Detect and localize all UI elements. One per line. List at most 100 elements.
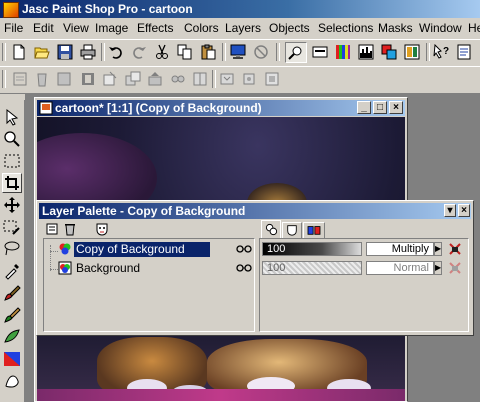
flood-fill-tool-icon[interactable]	[3, 350, 21, 368]
overview-toggle[interactable]	[285, 42, 307, 63]
delete-layer-icon[interactable]	[34, 71, 50, 87]
toolbar-grip	[2, 43, 6, 61]
new-file-icon[interactable]	[11, 44, 27, 60]
save-disk-icon[interactable]	[57, 44, 73, 60]
paste-icon[interactable]	[200, 44, 216, 60]
magic-wand-tool-icon[interactable]	[3, 218, 21, 236]
layer-palette-toggle-icon[interactable]	[381, 44, 397, 60]
layer-row-background[interactable]: Background	[74, 261, 210, 276]
crop-tool-button[interactable]	[2, 173, 22, 193]
undo-icon[interactable]	[108, 44, 124, 60]
groups-tab-icon	[307, 226, 321, 235]
raster-layer-icon	[58, 261, 72, 275]
opacity-slider[interactable]: 100	[262, 261, 362, 275]
tab-layer-groups[interactable]	[303, 222, 325, 238]
tab-layer-mask[interactable]	[282, 222, 302, 238]
menu-file[interactable]: File	[4, 21, 23, 35]
copy-icon[interactable]	[177, 44, 193, 60]
visibility-glasses-icon[interactable]	[236, 244, 252, 254]
app-title: Jasc Paint Shop Pro - cartoon	[22, 2, 193, 16]
selection-tool-icon[interactable]	[3, 152, 21, 170]
toolbar-separator	[101, 43, 105, 61]
layer-group-icon[interactable]	[170, 71, 186, 87]
layer-palette: Layer Palette - Copy of Background ▾ × C…	[36, 200, 474, 336]
histogram-icon[interactable]	[358, 44, 374, 60]
layer-mask-icon[interactable]	[80, 71, 96, 87]
pink-blanket	[37, 389, 405, 401]
picture-tube-tool-icon[interactable]	[3, 372, 21, 390]
blend-mode-dropdown-button[interactable]: ▶	[434, 261, 442, 275]
palette-rollup-button[interactable]: ▾	[444, 204, 456, 217]
layer-properties-icon[interactable]	[56, 71, 72, 87]
layer-palette-title-bar[interactable]: Layer Palette - Copy of Background ▾ ×	[39, 203, 471, 219]
context-help-icon[interactable]: ?	[433, 44, 449, 60]
lasso-tool-icon[interactable]	[3, 240, 21, 258]
full-screen-preview-icon[interactable]	[230, 44, 246, 60]
open-folder-icon[interactable]	[34, 44, 50, 60]
palette-close-button[interactable]: ×	[458, 204, 470, 217]
menu-layers[interactable]: Layers	[225, 21, 261, 35]
menu-selections[interactable]: Selections	[318, 21, 373, 35]
layer-name: Background	[76, 261, 141, 275]
minimize-button[interactable]: _	[357, 101, 371, 114]
tree-line	[50, 269, 58, 271]
maximize-button[interactable]: □	[373, 101, 387, 114]
menu-objects[interactable]: Objects	[269, 21, 310, 35]
tool-options-icon[interactable]	[312, 44, 328, 60]
app-icon	[3, 2, 19, 18]
overview-window-icon[interactable]	[404, 44, 420, 60]
menu-view[interactable]: View	[63, 21, 89, 35]
layer-row-copy-of-background[interactable]: Copy of Background	[74, 242, 210, 257]
print-icon[interactable]	[80, 44, 96, 60]
menu-help[interactable]: He	[468, 21, 480, 35]
paintbrush-tool-icon[interactable]	[3, 284, 21, 302]
promote-layer-icon[interactable]	[147, 71, 163, 87]
opacity-slider[interactable]: 100	[262, 242, 362, 256]
menu-image[interactable]: Image	[95, 21, 128, 35]
layer-lock-icon[interactable]	[448, 242, 462, 256]
retouch-tool-icon[interactable]	[3, 328, 21, 346]
script-record-icon[interactable]	[456, 44, 472, 60]
arrange-layer-icon[interactable]	[264, 71, 280, 87]
new-layer-icon[interactable]	[12, 71, 28, 87]
menu-window[interactable]: Window	[419, 21, 462, 35]
image-window-title-bar[interactable]: cartoon* [1:1] (Copy of Background) _ □ …	[37, 100, 405, 116]
menu-masks[interactable]: Masks	[378, 21, 413, 35]
color-palette-icon[interactable]	[335, 44, 351, 60]
crop-layer-icon[interactable]	[102, 71, 118, 87]
toolbar-separator	[212, 70, 216, 88]
opacity-value: 100	[267, 262, 286, 274]
toolbar-separator	[276, 43, 280, 61]
mirror-layer-icon[interactable]	[219, 71, 235, 87]
menu-edit[interactable]: Edit	[33, 21, 54, 35]
redo-icon[interactable]	[131, 44, 147, 60]
menu-effects[interactable]: Effects	[137, 21, 173, 35]
clone-brush-tool-icon[interactable]	[3, 306, 21, 324]
delete-layer-icon[interactable]	[63, 222, 77, 236]
browse-icon[interactable]	[253, 44, 269, 60]
flip-layer-icon[interactable]	[192, 71, 208, 87]
blend-mode-select[interactable]: Normal	[366, 261, 434, 275]
arrow-tool-icon[interactable]	[3, 108, 21, 126]
menu-bar: File Edit View Image Effects Colors Laye…	[0, 18, 480, 38]
zoom-tool-icon[interactable]	[3, 130, 21, 148]
raster-layer-icon	[58, 242, 72, 256]
blend-mode-value: Multiply	[391, 243, 429, 255]
blend-mode-dropdown-button[interactable]: ▶	[434, 242, 442, 256]
merge-layers-icon[interactable]	[125, 71, 141, 87]
visibility-glasses-icon[interactable]	[236, 263, 252, 273]
menu-colors[interactable]: Colors	[184, 21, 219, 35]
move-tool-icon[interactable]	[3, 196, 21, 214]
mask-face-icon[interactable]	[95, 222, 109, 236]
close-button[interactable]: ×	[389, 101, 403, 114]
layer-lock-icon[interactable]	[448, 261, 462, 275]
rotate-layer-icon[interactable]	[241, 71, 257, 87]
cut-scissors-icon[interactable]	[154, 44, 170, 60]
blend-mode-select[interactable]: Multiply	[366, 242, 434, 256]
eyedropper-tool-icon[interactable]	[3, 262, 21, 280]
tab-layer-general[interactable]	[261, 220, 281, 238]
magnifier-icon	[288, 46, 302, 60]
new-layer-icon[interactable]	[45, 222, 59, 236]
app-title-bar: Jasc Paint Shop Pro - cartoon	[0, 0, 480, 18]
crop-tool-icon	[5, 176, 19, 190]
